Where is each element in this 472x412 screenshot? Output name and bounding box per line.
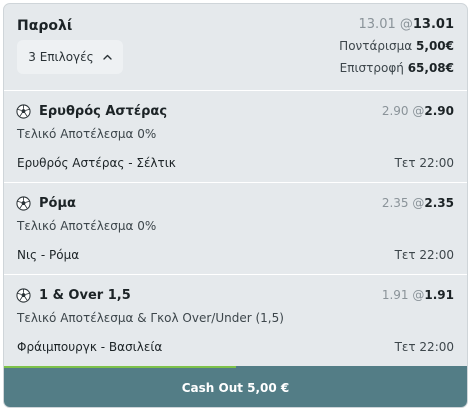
selection-name: 1 & Over 1,5 bbox=[39, 288, 131, 303]
slip-header: Παρολί 3 Επιλογές 13.01 @13.01 Ποντάρισμ… bbox=[4, 4, 467, 90]
selection-odds-current: 2.35 bbox=[424, 196, 454, 210]
return-label: Επιστροφή bbox=[339, 61, 404, 75]
stake-value: 5,00€ bbox=[416, 39, 454, 53]
selection-odds-at: @ bbox=[412, 196, 425, 210]
selection-item: Ερυθρός Αστέρας 2.90 @2.90 Τελικό Αποτέλ… bbox=[4, 90, 467, 182]
selection-odds: 2.35 @2.35 bbox=[382, 196, 454, 210]
selection-match: Φράιμπουργκ - Βασιλεία bbox=[17, 340, 163, 354]
bet-type-title: Παρολί bbox=[17, 18, 73, 34]
selection-name: Ερυθρός Αστέρας bbox=[39, 104, 168, 119]
selections-toggle-button[interactable]: 3 Επιλογές bbox=[17, 40, 123, 74]
total-odds-original: 13.01 bbox=[358, 17, 396, 32]
selection-time: Τετ 22:00 bbox=[394, 156, 454, 170]
total-odds-current: 13.01 bbox=[412, 17, 454, 32]
selection-item: Ρόμα 2.35 @2.35 Τελικό Αποτέλεσμα 0% Νις… bbox=[4, 182, 467, 274]
selection-match: Ερυθρός Αστέρας - Σέλτικ bbox=[17, 156, 176, 170]
selection-odds: 1.91 @1.91 bbox=[382, 288, 454, 302]
selection-item: 1 & Over 1,5 1.91 @1.91 Τελικό Αποτέλεσμ… bbox=[4, 274, 467, 368]
selection-odds-original: 2.35 bbox=[381, 196, 409, 210]
selection-odds-at: @ bbox=[412, 288, 425, 302]
selection-market: Τελικό Αποτέλεσμα & Γκολ Over/Under (1,5… bbox=[17, 311, 284, 325]
return-value: 65,08€ bbox=[407, 61, 454, 75]
total-odds: 13.01 @13.01 bbox=[359, 17, 454, 32]
selection-name: Ρόμα bbox=[39, 196, 76, 211]
selection-time: Τετ 22:00 bbox=[394, 340, 454, 354]
selection-market: Τελικό Αποτέλεσμα 0% bbox=[17, 127, 157, 141]
bet-slip-card: Παρολί 3 Επιλογές 13.01 @13.01 Ποντάρισμ… bbox=[3, 3, 468, 408]
soccer-ball-icon bbox=[16, 288, 31, 303]
selection-odds-at: @ bbox=[412, 104, 425, 118]
selection-time: Τετ 22:00 bbox=[394, 248, 454, 262]
selection-odds-original: 1.91 bbox=[381, 288, 409, 302]
selection-market: Τελικό Αποτέλεσμα 0% bbox=[17, 219, 157, 233]
selection-odds: 2.90 @2.90 bbox=[382, 104, 454, 118]
selection-odds-current: 2.90 bbox=[424, 104, 454, 118]
soccer-ball-icon bbox=[16, 104, 31, 119]
cash-out-button[interactable]: Cash Out 5,00 € bbox=[4, 368, 467, 407]
cash-out-label: Cash Out 5,00 € bbox=[181, 380, 290, 395]
stake-label: Ποντάρισμα bbox=[339, 39, 413, 53]
stake-row: Ποντάρισμα 5,00€ bbox=[339, 39, 454, 53]
chevron-up-icon bbox=[102, 54, 112, 60]
soccer-ball-icon bbox=[16, 196, 31, 211]
selections-count-label: 3 Επιλογές bbox=[28, 50, 94, 64]
selection-match: Νις - Ρόμα bbox=[17, 248, 80, 262]
selection-odds-original: 2.90 bbox=[381, 104, 409, 118]
total-odds-at: @ bbox=[399, 17, 413, 32]
selection-odds-current: 1.91 bbox=[424, 288, 454, 302]
return-row: Επιστροφή 65,08€ bbox=[340, 61, 454, 75]
